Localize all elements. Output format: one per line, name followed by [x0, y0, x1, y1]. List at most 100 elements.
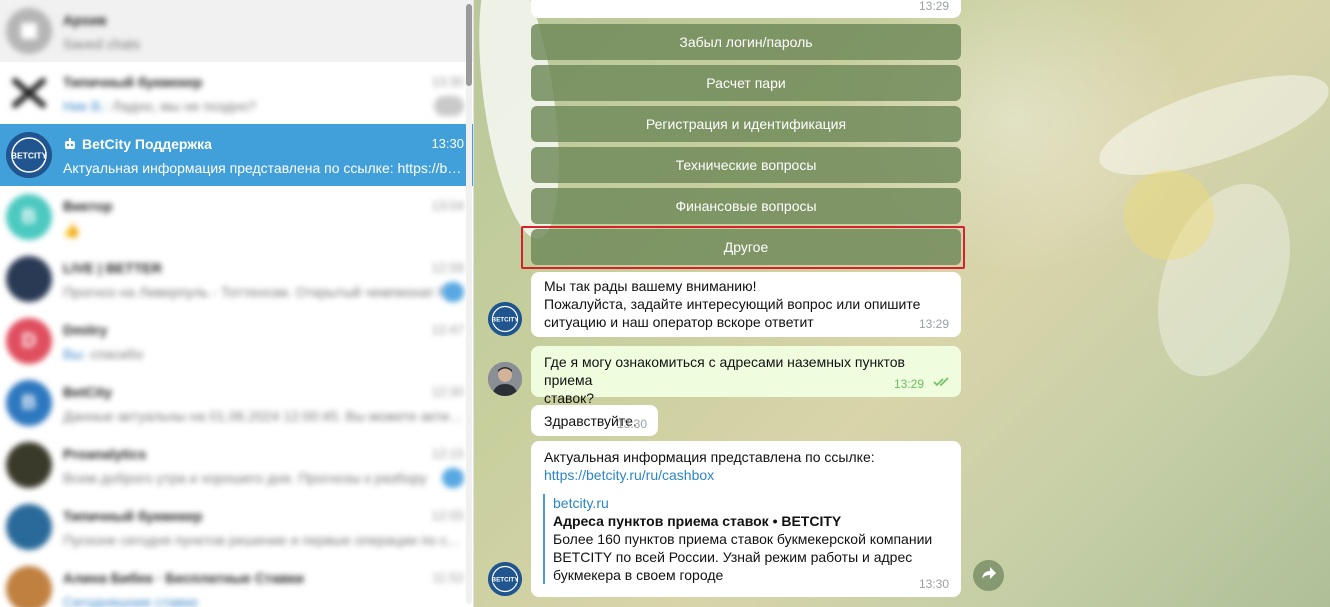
chat-avatar: [6, 442, 52, 488]
message-text: Актуальная информация представлена по сс…: [544, 449, 875, 465]
message-time: 13:29: [918, 317, 949, 331]
chat-list-item[interactable]: Типичный букмекер 13:30 Ник В.: Ладно, м…: [0, 62, 473, 124]
message-bubble: 13:29: [531, 0, 961, 18]
message-time: 13:30: [616, 417, 647, 431]
chat-preview: Ник В.: Ладно, мы не поздно?: [63, 98, 463, 114]
chat-title: Виктор: [63, 198, 113, 214]
chat-title: BetCity: [63, 384, 113, 400]
bot-avatar[interactable]: BETCITY: [488, 302, 522, 336]
link-preview-title: Адреса пунктов приема ставок • BETCITY: [553, 513, 842, 529]
chat-time: 11:52: [432, 570, 464, 585]
forward-button[interactable]: [973, 560, 1004, 591]
chat-preview-text: Ладно, мы не поздно?: [111, 98, 257, 114]
chat-preview: Пусконе сегодня пунктов решение и первые…: [63, 532, 463, 548]
chat-preview: Прогноз на Ливерпуль - Тоттенхэм. Открыт…: [63, 284, 463, 300]
sidebar-scrollbar[interactable]: [466, 4, 472, 604]
message-time: 13:29: [893, 377, 924, 391]
keyboard-button-technical[interactable]: Технические вопросы: [531, 147, 961, 183]
betcity-avatar: BETCITY: [6, 132, 52, 178]
message-bubble: Мы так рады вашему вниманию! Пожалуйста,…: [531, 272, 961, 337]
chat-title: Типичный букмекер: [63, 508, 203, 524]
unread-badge: [442, 468, 464, 488]
chat-title: Алина Бибек · Бесплатные Ставки: [63, 570, 304, 586]
bot-icon: [63, 137, 77, 154]
chat-list-item-active[interactable]: BETCITY BetCity Поддержка 13:30 Актуальн…: [0, 124, 473, 186]
chat-time: 13:30: [431, 136, 464, 151]
highlight-annotation: [521, 226, 965, 269]
chat-avatar: D: [6, 318, 52, 364]
keyboard-button-registration[interactable]: Регистрация и идентификация: [531, 106, 961, 142]
message-line: Мы так рады вашему вниманию!: [544, 278, 757, 294]
chat-title: LIVE | BETTER: [63, 260, 162, 276]
link-preview-desc-line: Более 160 пунктов приема ставок букмекер…: [553, 531, 933, 547]
message-time: 13:29: [918, 0, 949, 13]
chat-list-item[interactable]: B BetCity 12:30 Данные актуальны на 01.0…: [0, 372, 473, 434]
chat-preview-sender: Вы:: [63, 346, 87, 362]
chat-preview: Актуальная информация представлена по сс…: [63, 160, 463, 176]
keyboard-button-financial[interactable]: Финансовые вопросы: [531, 188, 961, 224]
bot-avatar[interactable]: BETCITY: [488, 562, 522, 596]
message-line: ситуацию и наш оператор вскоре ответит: [544, 314, 814, 330]
chat-preview-sender: Ник В.:: [63, 98, 109, 114]
chat-preview: Saved chats: [63, 36, 141, 52]
link-preview[interactable]: betcity.ru Адреса пунктов приема ставок …: [543, 494, 948, 584]
message-bubble-outgoing: Где я могу ознакомиться с адресами назем…: [531, 346, 961, 406]
chat-time: 12:05: [431, 508, 464, 523]
double-check-icon: [933, 373, 951, 391]
keyboard-button-forgot-login[interactable]: Забыл логин/пароль: [531, 24, 961, 60]
archive-avatar: [6, 8, 52, 54]
chat-list-item[interactable]: В Виктор 13:04 👍: [0, 186, 473, 248]
unread-badge: [442, 282, 464, 302]
message-bubble: Здравствуйте. 13:30: [531, 405, 658, 436]
betcity-logo-text: BETCITY: [492, 577, 520, 584]
chat-avatar: [6, 70, 52, 116]
chat-preview: 👍: [63, 222, 81, 238]
betcity-logo-text: BETCITY: [11, 151, 48, 161]
chat-list-sidebar: Архив Saved chats Типичный букмекер 13:3…: [0, 0, 474, 607]
chat-avatar: [6, 566, 52, 607]
chat-avatar: [6, 504, 52, 550]
chat-time: 12:15: [431, 446, 464, 461]
chat-title: Proanalytics: [63, 446, 147, 462]
message-link[interactable]: https://betcity.ru/ru/cashbox: [544, 466, 714, 484]
betcity-logo-text: BETCITY: [492, 317, 520, 324]
forward-icon: [981, 566, 997, 585]
chat-time: 12:30: [431, 384, 464, 399]
chat-area: 13:29 Забыл логин/пароль Расчет пари Рег…: [474, 0, 1330, 607]
chat-title: BetCity Поддержка: [63, 136, 212, 154]
message-time: 13:30: [918, 577, 949, 591]
chat-list-item[interactable]: Proanalytics 12:15 Всем доброго утра и х…: [0, 434, 473, 496]
chat-time: 12:58: [431, 260, 464, 275]
chat-time: 12:47: [431, 322, 464, 337]
chat-title: Типичный букмекер: [63, 74, 203, 90]
chat-avatar: В: [6, 194, 52, 240]
chat-preview: Вы: спасибо: [63, 346, 463, 362]
chat-list-item[interactable]: D Dmitry 12:47 Вы: спасибо: [0, 310, 473, 372]
chat-title: Архив: [63, 12, 107, 28]
link-preview-desc-line: букмекера в своем городе: [553, 567, 724, 583]
chat-title-text: BetCity Поддержка: [82, 136, 212, 152]
message-line: Где я могу ознакомиться с адресами назем…: [544, 354, 905, 388]
wallpaper-flower-center: [1124, 170, 1214, 260]
user-avatar[interactable]: [488, 362, 522, 396]
wallpaper-petal: [1089, 54, 1330, 196]
chat-preview: Сегодняшние ставки: [63, 594, 198, 607]
link-preview-site: betcity.ru: [553, 495, 609, 511]
chat-time: 13:04: [431, 198, 464, 213]
chat-preview-text: спасибо: [90, 346, 144, 362]
chat-preview: Данные актуальны на 01.06.2024 12:00:45.…: [63, 408, 463, 424]
chat-title: Dmitry: [63, 322, 108, 338]
chat-list-item[interactable]: Алина Бибек · Бесплатные Ставки 11:52 Се…: [0, 558, 473, 607]
chat-avatar: B: [6, 380, 52, 426]
chat-avatar: [6, 256, 52, 302]
message-bubble: Актуальная информация представлена по сс…: [531, 441, 961, 597]
chat-list-item[interactable]: Архив Saved chats: [0, 0, 473, 62]
chat-preview: Всем доброго утра и хорошего дня. Прогно…: [63, 470, 427, 486]
sidebar-scrollbar-thumb[interactable]: [466, 4, 472, 86]
chat-list-item[interactable]: Типичный букмекер 12:05 Пусконе сегодня …: [0, 496, 473, 558]
keyboard-button-bet-calculation[interactable]: Расчет пари: [531, 65, 961, 101]
unread-badge: [434, 96, 464, 116]
chat-time: 13:30: [431, 74, 464, 89]
chat-list-item[interactable]: LIVE | BETTER 12:58 Прогноз на Ливерпуль…: [0, 248, 473, 310]
message-line: Пожалуйста, задайте интересующий вопрос …: [544, 296, 921, 312]
